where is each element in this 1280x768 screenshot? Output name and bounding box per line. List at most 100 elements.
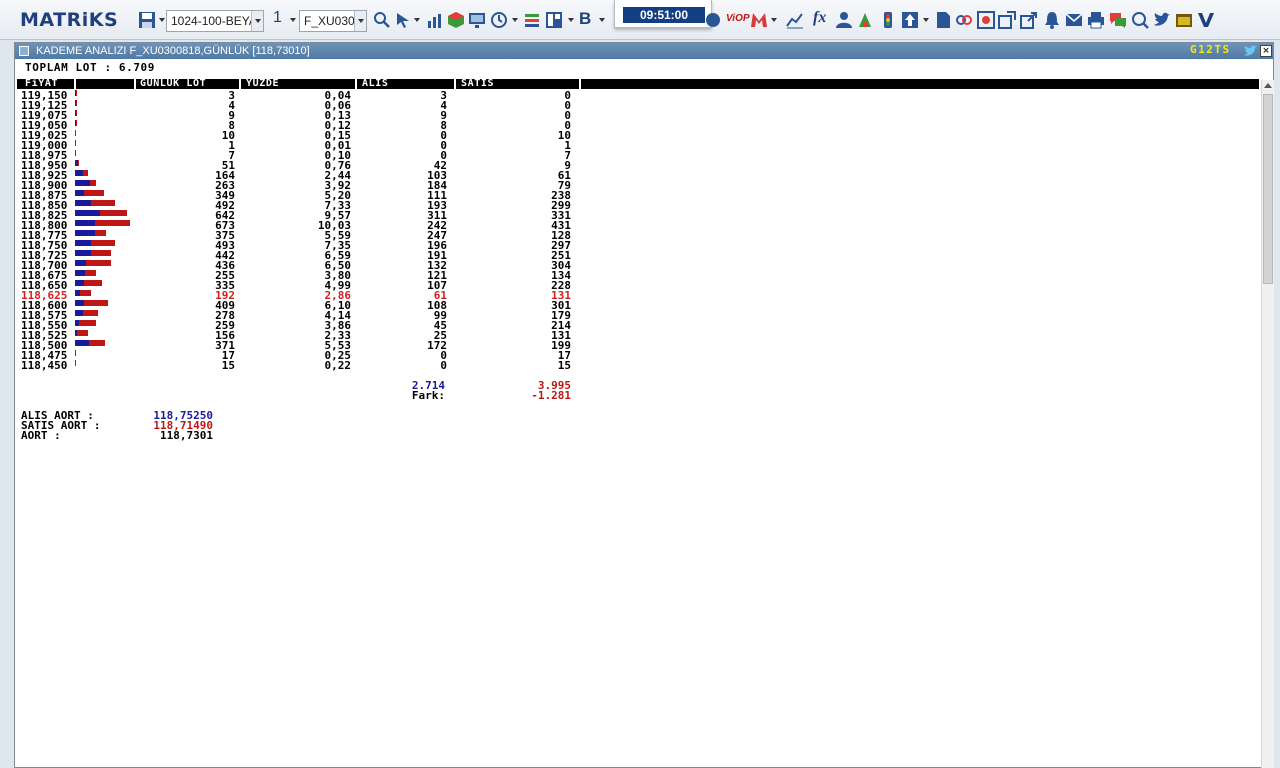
save-dropdown-arrow[interactable] xyxy=(159,18,165,22)
average-label: AORT : xyxy=(21,429,61,442)
upload-icon[interactable] xyxy=(901,11,919,29)
bold-dropdown-arrow[interactable] xyxy=(599,18,605,22)
clock-panel: 09:51:00 xyxy=(614,0,712,28)
buy-volume-bar xyxy=(75,200,91,206)
vertical-scrollbar[interactable] xyxy=(1261,80,1274,768)
sell-volume-bar xyxy=(78,160,79,166)
m-icon[interactable] xyxy=(750,11,768,29)
buy-volume-bar xyxy=(75,170,83,176)
symbol-combo-value: F_XU0300 xyxy=(304,14,362,28)
sell-volume-bar xyxy=(75,360,76,366)
buy-volume-bar xyxy=(75,220,95,226)
m-dropdown-arrow[interactable] xyxy=(771,18,777,22)
window-icon[interactable] xyxy=(998,11,1016,29)
window-titlebar[interactable]: KADEME ANALIZI F_XU0300818,GÜNLÜK [118,7… xyxy=(15,43,1273,59)
symbol-combo[interactable]: F_XU0300 xyxy=(299,10,367,32)
buy-cell: 0 xyxy=(440,359,447,372)
dashboard-icon[interactable] xyxy=(977,11,995,29)
buy-volume-bar xyxy=(75,280,84,286)
sell-volume-bar xyxy=(75,150,76,156)
page-number[interactable]: 1 xyxy=(273,9,282,31)
viop-button[interactable]: ViOP xyxy=(726,13,750,35)
chart-search-icon[interactable] xyxy=(373,11,391,29)
sell-volume-bar xyxy=(83,310,98,316)
v-icon[interactable] xyxy=(1197,11,1215,29)
clock-icon[interactable] xyxy=(490,11,508,29)
print-icon[interactable] xyxy=(1087,11,1105,29)
document-icon[interactable] xyxy=(934,11,952,29)
export-icon[interactable] xyxy=(1020,11,1038,29)
workspace-combo[interactable]: 1024-100-BEYA xyxy=(166,10,264,32)
mail-icon[interactable] xyxy=(1065,11,1083,29)
formula-button[interactable]: fx xyxy=(813,9,826,31)
search-globe-icon[interactable] xyxy=(1131,11,1149,29)
link-icon[interactable] xyxy=(955,11,973,29)
news-icon[interactable] xyxy=(856,11,874,29)
buy-volume-bar xyxy=(75,210,100,216)
user-icon[interactable] xyxy=(835,11,853,29)
price-cell: 118,450 xyxy=(21,359,68,372)
buy-volume-bar xyxy=(75,250,91,256)
sell-volume-bar xyxy=(84,190,104,196)
sell-volume-bar xyxy=(91,240,115,246)
page-dropdown-arrow[interactable] xyxy=(290,18,296,22)
sell-volume-bar xyxy=(76,110,77,116)
buy-volume-bar xyxy=(75,190,84,196)
buy-volume-bar xyxy=(75,180,90,186)
buy-volume-bar xyxy=(75,270,85,276)
sell-volume-bar xyxy=(76,120,77,126)
bold-button[interactable]: B xyxy=(579,9,591,31)
column-header-lot[interactable]: GUNLUK LOT xyxy=(140,79,206,89)
sell-volume-bar xyxy=(90,180,96,186)
scroll-up-arrow-icon[interactable] xyxy=(1262,80,1274,92)
twitter-icon[interactable] xyxy=(1153,11,1171,29)
close-icon[interactable]: × xyxy=(1260,45,1272,57)
difference-label: Fark: xyxy=(411,389,445,402)
traffic-light-icon[interactable] xyxy=(879,11,897,29)
sell-volume-bar xyxy=(84,280,102,286)
clock-dropdown-arrow[interactable] xyxy=(512,18,518,22)
layout-dropdown-arrow[interactable] xyxy=(568,18,574,22)
column-header-price[interactable]: FiYAT xyxy=(25,79,58,89)
window-flags[interactable]: G12TS xyxy=(1190,43,1231,56)
save-icon[interactable] xyxy=(138,11,156,29)
table-header: FiYAT GUNLUK LOT YUZDE ALIS SATIS xyxy=(17,79,1259,89)
workspace-combo-value: 1024-100-BEYA xyxy=(171,14,257,28)
workspace-combo-arrow[interactable] xyxy=(251,11,263,31)
sell-volume-bar xyxy=(75,140,76,146)
layout-icon[interactable] xyxy=(545,11,563,29)
column-separator xyxy=(74,79,76,89)
twitter-icon[interactable] xyxy=(1244,45,1258,57)
upload-dropdown-arrow[interactable] xyxy=(923,18,929,22)
sell-volume-bar xyxy=(83,170,88,176)
line-chart-icon[interactable] xyxy=(786,11,804,29)
bar-chart-icon[interactable] xyxy=(426,11,444,29)
sell-volume-bar xyxy=(95,220,130,226)
chat-icon[interactable] xyxy=(1109,11,1127,29)
sell-volume-bar xyxy=(75,350,76,356)
list-icon[interactable] xyxy=(523,11,541,29)
pointer-icon[interactable] xyxy=(394,11,412,29)
scrollbar-thumb[interactable] xyxy=(1263,94,1273,284)
depth-analysis-window: KADEME ANALIZI F_XU0300818,GÜNLÜK [118,7… xyxy=(14,42,1274,768)
column-header-sell[interactable]: SATIS xyxy=(461,79,494,89)
folder-icon[interactable] xyxy=(1175,11,1193,29)
lot-cell: 15 xyxy=(221,359,235,372)
cube-icon[interactable] xyxy=(447,11,465,29)
window-menu-icon[interactable] xyxy=(19,46,29,56)
bell-icon[interactable] xyxy=(1043,11,1061,29)
buy-volume-bar xyxy=(75,230,95,236)
main-toolbar: MATRiKS 1024-100-BEYA 1 F_XU0300 B 09:51… xyxy=(0,0,1280,40)
sell-volume-bar xyxy=(85,270,96,276)
monitor-icon[interactable] xyxy=(468,11,486,29)
symbol-combo-arrow[interactable] xyxy=(354,11,366,31)
sell-volume-bar xyxy=(95,230,106,236)
column-header-percent[interactable]: YUZDE xyxy=(246,79,279,89)
column-separator xyxy=(134,79,136,89)
buy-volume-bar xyxy=(75,260,86,266)
buy-volume-bar xyxy=(75,340,89,346)
column-header-buy[interactable]: ALIS xyxy=(362,79,388,89)
pointer-dropdown-arrow[interactable] xyxy=(414,18,420,22)
sell-volume-bar xyxy=(91,200,115,206)
help-icon[interactable] xyxy=(704,11,722,29)
